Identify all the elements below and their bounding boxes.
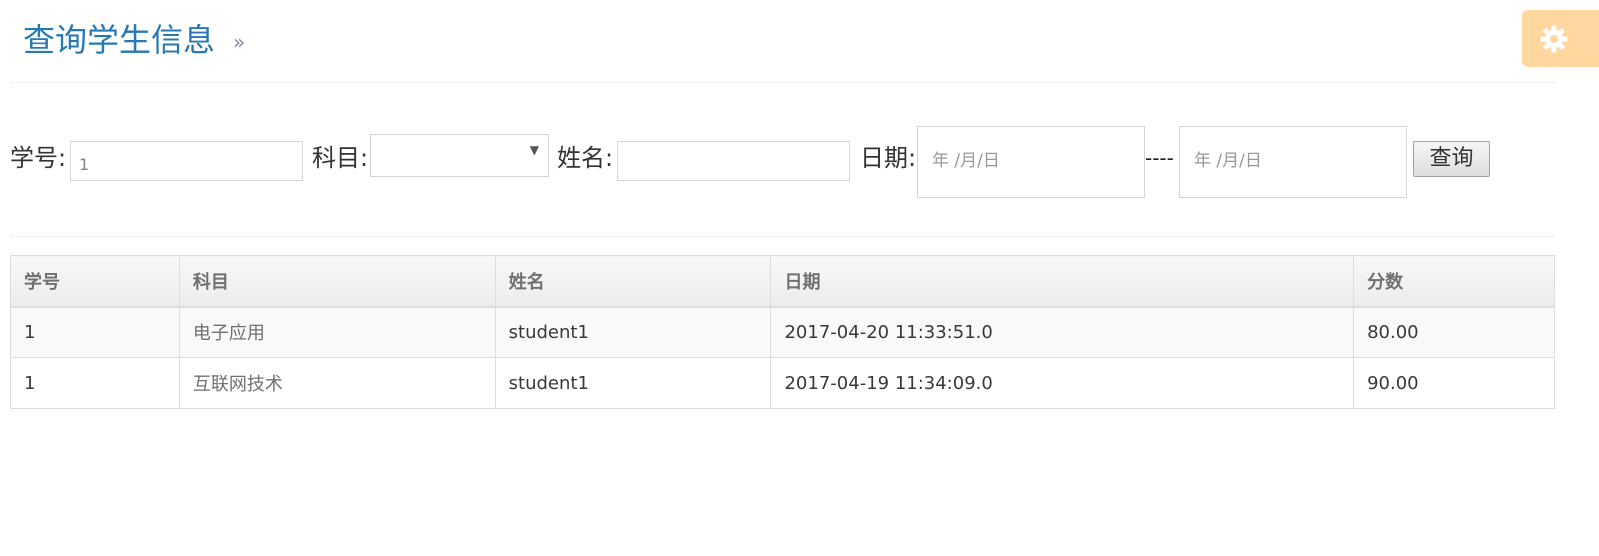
subject-label: 科目: xyxy=(312,144,369,172)
gear-icon xyxy=(1540,25,1568,53)
table-header: 学号 科目 姓名 日期 分数 xyxy=(10,255,1555,308)
table-row[interactable]: 1 互联网技术 student1 2017-04-19 11:34:09.0 9… xyxy=(10,357,1555,409)
start-date-placeholder: 年 /月/日 xyxy=(932,151,1000,171)
date-range-separator: ---- xyxy=(1145,146,1174,170)
dropdown-arrow-icon: ▼ xyxy=(529,143,539,157)
column-header-date[interactable]: 日期 xyxy=(770,255,1355,308)
column-header-score[interactable]: 分数 xyxy=(1353,255,1555,308)
cell-name: student1 xyxy=(494,357,772,409)
page: 查询学生信息 » 学号: 科目: ▼ 姓名: xyxy=(0,0,1599,556)
end-date-placeholder: 年 /月/日 xyxy=(1194,151,1262,171)
cell-student-id: 1 xyxy=(10,357,180,409)
chevron-right-icon: » xyxy=(233,30,246,54)
student-id-input[interactable] xyxy=(70,141,303,181)
cell-date: 2017-04-19 11:34:09.0 xyxy=(770,357,1355,409)
table-header-row: 学号 科目 姓名 日期 分数 xyxy=(10,255,1555,308)
table-body: 1 电子应用 student1 2017-04-20 11:33:51.0 80… xyxy=(10,306,1555,409)
page-title-text: 查询学生信息 xyxy=(23,21,216,59)
cell-name: student1 xyxy=(494,306,772,358)
page-header: 查询学生信息 » xyxy=(10,0,1555,83)
date-label: 日期: xyxy=(860,144,917,172)
settings-toggle-button[interactable] xyxy=(1522,10,1599,67)
query-button[interactable]: 查询 xyxy=(1413,141,1490,177)
column-header-subject[interactable]: 科目 xyxy=(178,255,496,308)
search-form: 学号: 科目: ▼ 姓名: 日期: 年 /月/日 ---- 年 /月/日 查询 xyxy=(10,95,1555,237)
end-date-input[interactable]: 年 /月/日 xyxy=(1179,126,1407,198)
cell-student-id: 1 xyxy=(10,306,180,358)
table-row[interactable]: 1 电子应用 student1 2017-04-20 11:33:51.0 80… xyxy=(10,306,1555,358)
student-id-label: 学号: xyxy=(10,144,67,172)
column-header-name[interactable]: 姓名 xyxy=(494,255,772,308)
subject-select[interactable]: ▼ xyxy=(370,134,549,177)
cell-subject: 互联网技术 xyxy=(178,357,496,409)
start-date-input[interactable]: 年 /月/日 xyxy=(917,126,1145,198)
cell-date: 2017-04-20 11:33:51.0 xyxy=(770,306,1355,358)
results-table: 学号 科目 姓名 日期 分数 1 电子应用 student1 2017-04-2… xyxy=(10,255,1555,409)
page-title: 查询学生信息 » xyxy=(23,18,245,64)
cell-score: 80.00 xyxy=(1353,306,1555,358)
name-label: 姓名: xyxy=(557,144,614,172)
column-header-student-id[interactable]: 学号 xyxy=(10,255,180,308)
cell-subject: 电子应用 xyxy=(178,306,496,358)
name-input[interactable] xyxy=(617,141,850,181)
cell-score: 90.00 xyxy=(1353,357,1555,409)
